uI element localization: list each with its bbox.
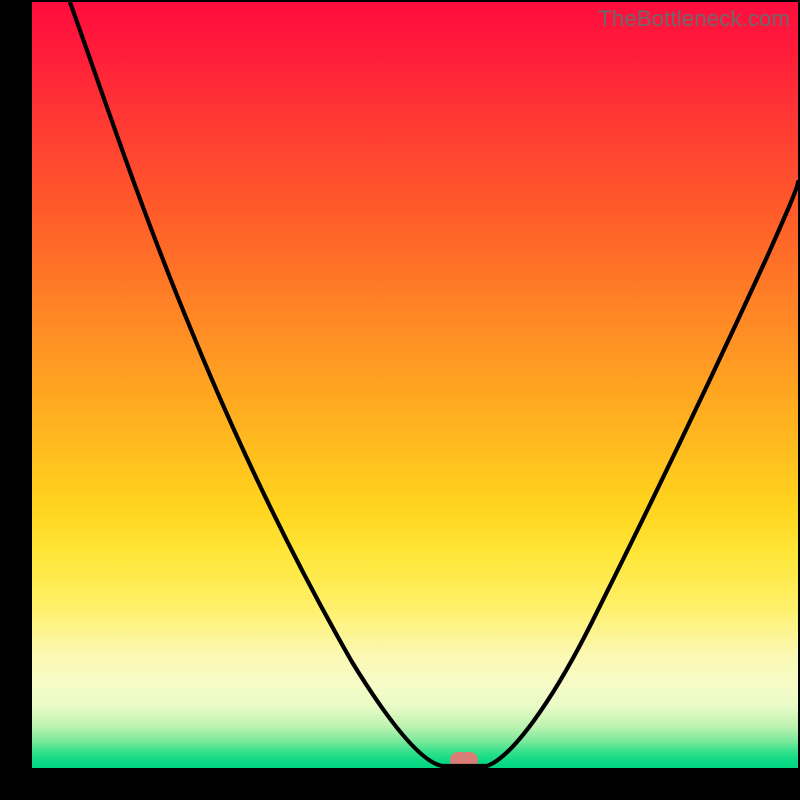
- plot-area: [32, 2, 798, 768]
- curve-path: [70, 2, 798, 766]
- watermark-text: TheBottleneck.com: [598, 6, 790, 32]
- bottleneck-curve: [32, 2, 798, 768]
- chart-frame: TheBottleneck.com: [0, 0, 800, 800]
